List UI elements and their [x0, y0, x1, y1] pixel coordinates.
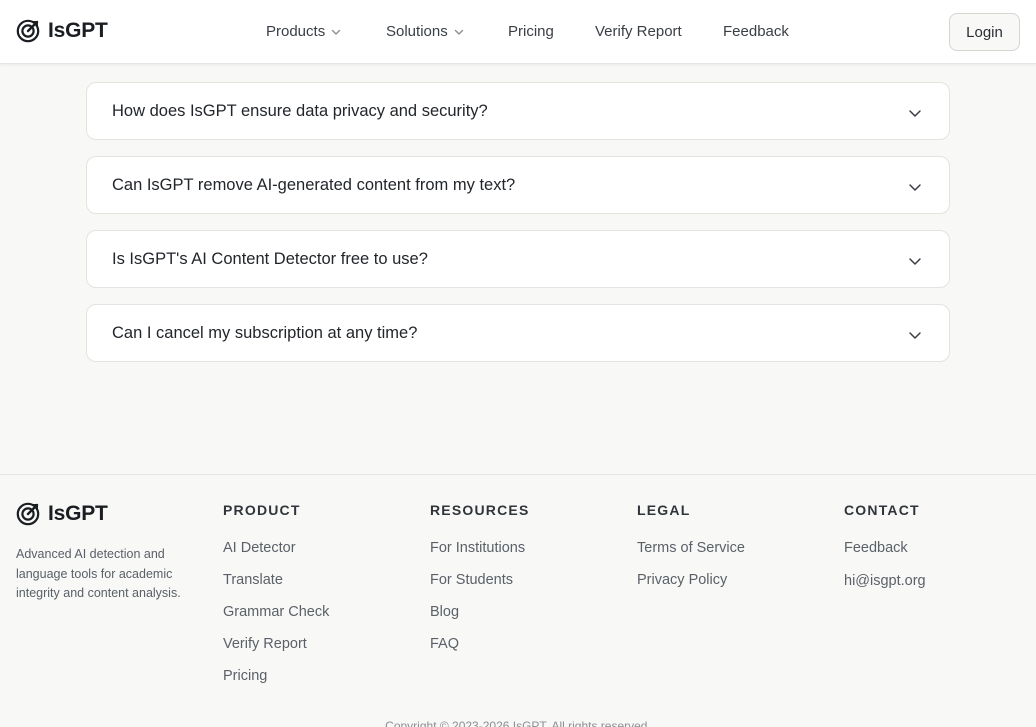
footer-col-title-contact: CONTACT [844, 502, 920, 518]
footer-logo[interactable]: IsGPT [16, 502, 108, 526]
footer-link-feedback[interactable]: Feedback [844, 540, 908, 556]
footer-link-for-students[interactable]: For Students [430, 572, 513, 588]
nav-pricing-label: Pricing [508, 23, 554, 40]
chevron-down-icon [909, 184, 921, 191]
footer-col-title-legal: LEGAL [637, 502, 691, 518]
chevron-down-icon [332, 29, 341, 35]
faq-item[interactable]: Is IsGPT's AI Content Detector free to u… [86, 230, 950, 288]
chevron-down-icon [909, 110, 921, 117]
nav-feedback[interactable]: Feedback [723, 23, 789, 40]
chevron-down-icon [909, 258, 921, 265]
nav-feedback-label: Feedback [723, 23, 789, 40]
login-button[interactable]: Login [949, 13, 1020, 51]
top-navbar: IsGPT Products Solutions Pricing Verify … [0, 0, 1036, 64]
footer-col-title-product: PRODUCT [223, 502, 301, 518]
faq-question: Can I cancel my subscription at any time… [112, 323, 418, 342]
faq-item[interactable]: Can I cancel my subscription at any time… [86, 304, 950, 362]
footer-tagline: Advanced AI detection and language tools… [16, 547, 181, 600]
footer-link-translate[interactable]: Translate [223, 572, 283, 588]
nav-solutions[interactable]: Solutions [386, 23, 464, 40]
isgpt-logo-icon [16, 19, 40, 43]
faq-question: Can IsGPT remove AI-generated content fr… [112, 175, 516, 194]
nav-solutions-label: Solutions [386, 23, 448, 40]
footer-link-for-institutions[interactable]: For Institutions [430, 540, 525, 556]
footer-link-grammar-check[interactable]: Grammar Check [223, 604, 329, 620]
footer-link-privacy[interactable]: Privacy Policy [637, 572, 727, 588]
footer-link-ai-detector[interactable]: AI Detector [223, 540, 296, 556]
isgpt-logo-icon [16, 502, 40, 526]
copyright-text: Copyright © 2023-2026 IsGPT. All rights … [385, 719, 651, 727]
footer-link-verify-report[interactable]: Verify Report [223, 636, 307, 652]
faq-question: How does IsGPT ensure data privacy and s… [112, 101, 488, 120]
nav-products-label: Products [266, 23, 326, 40]
footer-link-terms[interactable]: Terms of Service [637, 540, 745, 556]
chevron-down-icon [909, 332, 921, 339]
footer-link-pricing[interactable]: Pricing [223, 668, 267, 684]
footer: IsGPT Advanced AI detection and language… [0, 474, 1036, 727]
page: IsGPT Products Solutions Pricing Verify … [0, 0, 1036, 727]
nav-pricing[interactable]: Pricing [508, 23, 554, 40]
faq-question: Is IsGPT's AI Content Detector free to u… [112, 249, 428, 268]
footer-link-faq[interactable]: FAQ [430, 636, 459, 652]
faq-item[interactable]: Can IsGPT remove AI-generated content fr… [86, 156, 950, 214]
footer-link-blog[interactable]: Blog [430, 604, 459, 620]
brand-name: IsGPT [48, 19, 108, 42]
nav-products[interactable]: Products [266, 23, 341, 40]
nav-verify-report[interactable]: Verify Report [595, 23, 682, 40]
nav-verify-report-label: Verify Report [595, 23, 682, 40]
chevron-down-icon [454, 29, 463, 35]
brand-name: IsGPT [48, 502, 108, 525]
footer-link-email[interactable]: hi@isgpt.org [844, 573, 926, 589]
header-logo[interactable]: IsGPT [16, 19, 108, 43]
faq-item[interactable]: How does IsGPT ensure data privacy and s… [86, 82, 950, 140]
footer-col-title-resources: RESOURCES [430, 502, 530, 518]
